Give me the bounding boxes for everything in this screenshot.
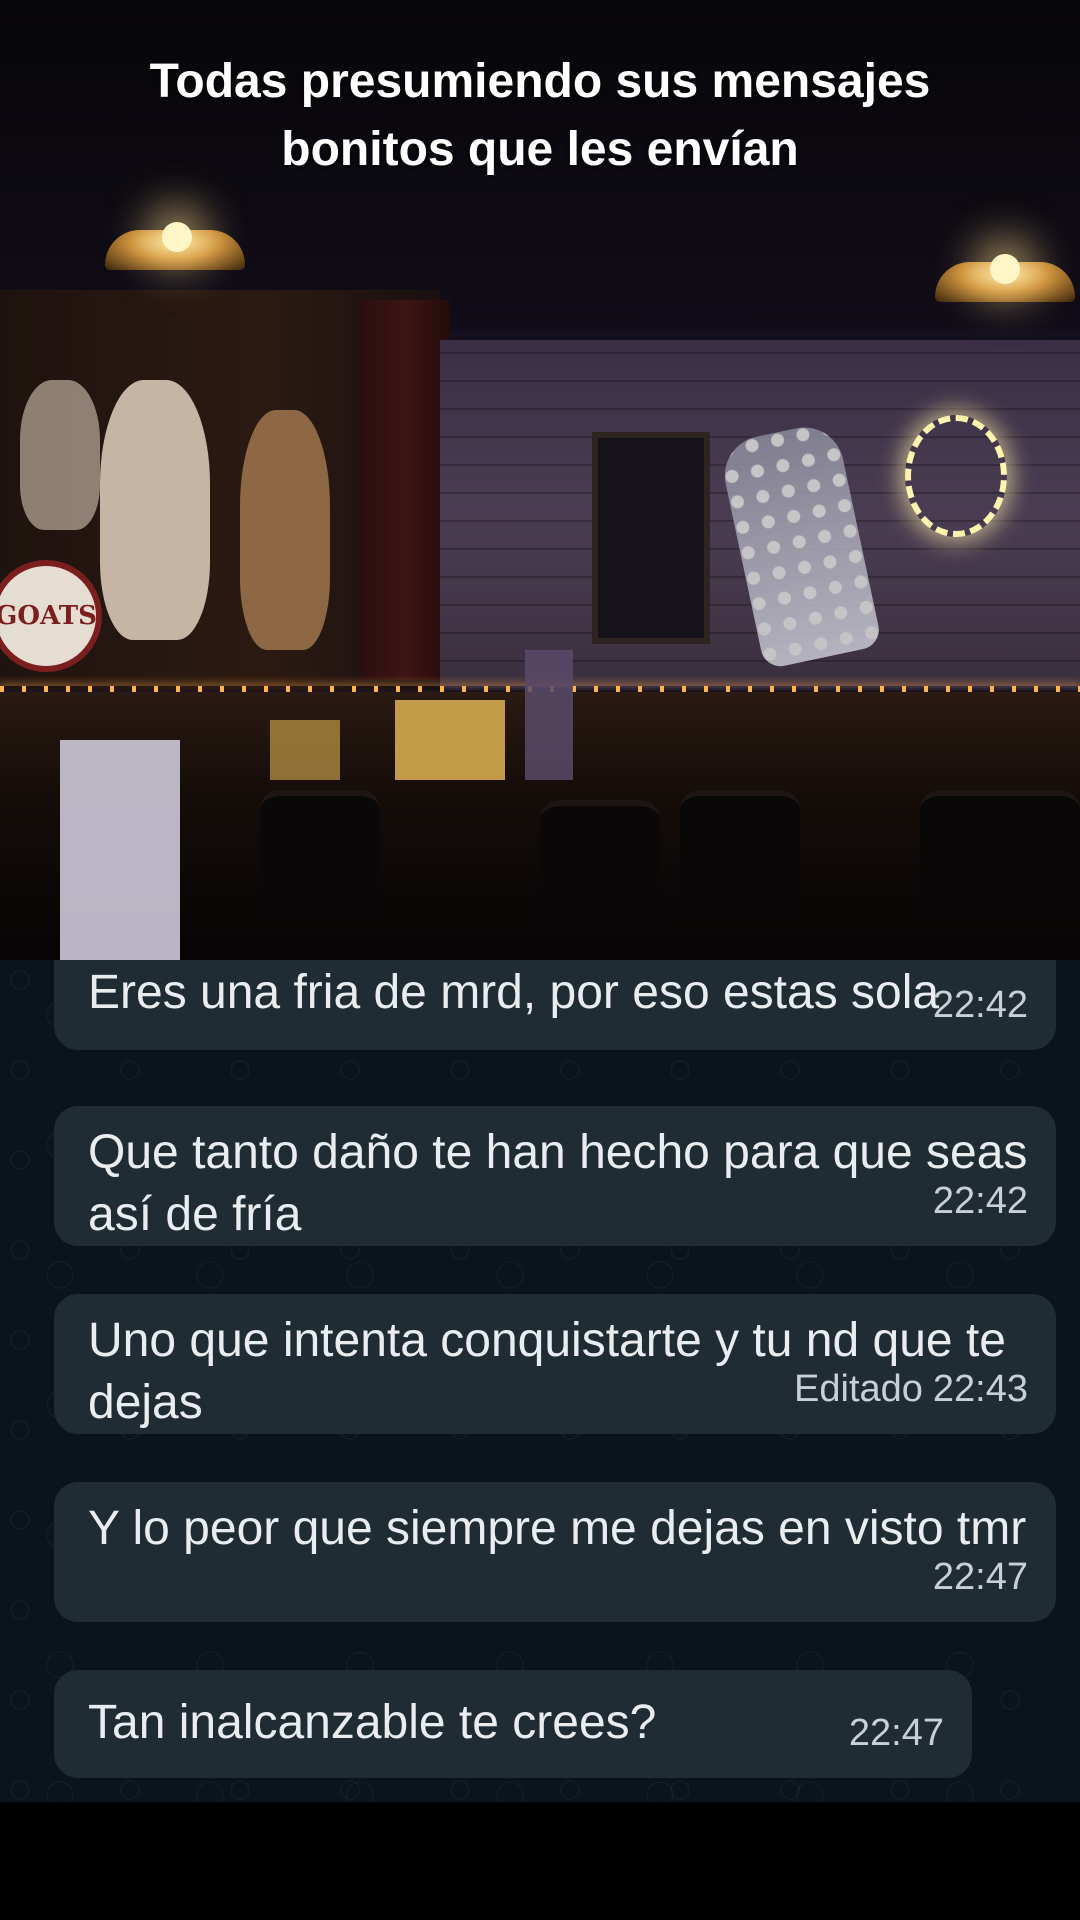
message-bubble: Uno que intenta conquistarte y tu nd que… — [54, 1294, 1056, 1434]
message-time: 22:42 — [933, 974, 1028, 1036]
message-time-value: 22:47 — [932, 1556, 1028, 1598]
message-bubble: Eres una fria de mrd, por eso estas sola… — [54, 960, 1056, 1050]
menu-stand — [60, 740, 180, 960]
caption-text: Todas presumiendo sus mensajes bonitos q… — [149, 55, 931, 176]
message-text: Eres una fria de mrd, por eso estas sola — [88, 966, 940, 1019]
bar-stool — [540, 800, 660, 926]
condiment-caddy — [395, 700, 505, 780]
goats-logo-text: GOATS — [0, 601, 97, 631]
message-time-value: 22:42 — [932, 1180, 1028, 1222]
message-bubble: Y lo peor que siempre me dejas en visto … — [54, 1482, 1056, 1622]
background-photo: GOATS Todas presumiendo sus mensajes bon… — [0, 0, 1080, 960]
message-text: Que tanto daño te han hecho para que sea… — [88, 1126, 1028, 1241]
edited-label: Editado — [794, 1368, 923, 1410]
message-time: 22:42 — [933, 1170, 1028, 1232]
lamp-light — [162, 222, 192, 252]
neon-logo — [905, 415, 1007, 537]
message-time: 22:47 — [849, 1702, 944, 1764]
curtain — [360, 300, 450, 680]
condiment-caddy — [270, 720, 340, 780]
bar-stool — [260, 790, 380, 916]
lamp-light — [990, 254, 1020, 284]
bar-stool — [920, 790, 1080, 916]
goat-figure — [20, 380, 100, 530]
chat-screenshot: Eres una fria de mrd, por eso estas sola… — [0, 960, 1080, 1802]
goat-figure — [240, 410, 330, 650]
goat-figure — [100, 380, 210, 640]
bar-stool — [680, 790, 800, 916]
wall-frame — [592, 432, 710, 644]
message-time: 22:47 — [933, 1546, 1028, 1608]
message-time-value: 22:43 — [932, 1368, 1028, 1410]
bottom-letterbox — [0, 1802, 1080, 1920]
message-time-value: 22:42 — [932, 984, 1028, 1026]
message-text: Tan inalcanzable te crees? — [88, 1696, 657, 1749]
message-time-value: 22:47 — [848, 1712, 944, 1754]
message-bubble: Que tanto daño te han hecho para que sea… — [54, 1106, 1056, 1246]
message-text: Y lo peor que siempre me dejas en visto … — [88, 1502, 1027, 1555]
menu-stand — [525, 650, 573, 780]
message-bubble: Tan inalcanzable te crees? 22:47 — [54, 1670, 972, 1778]
message-time: Editado 22:43 — [794, 1358, 1028, 1420]
